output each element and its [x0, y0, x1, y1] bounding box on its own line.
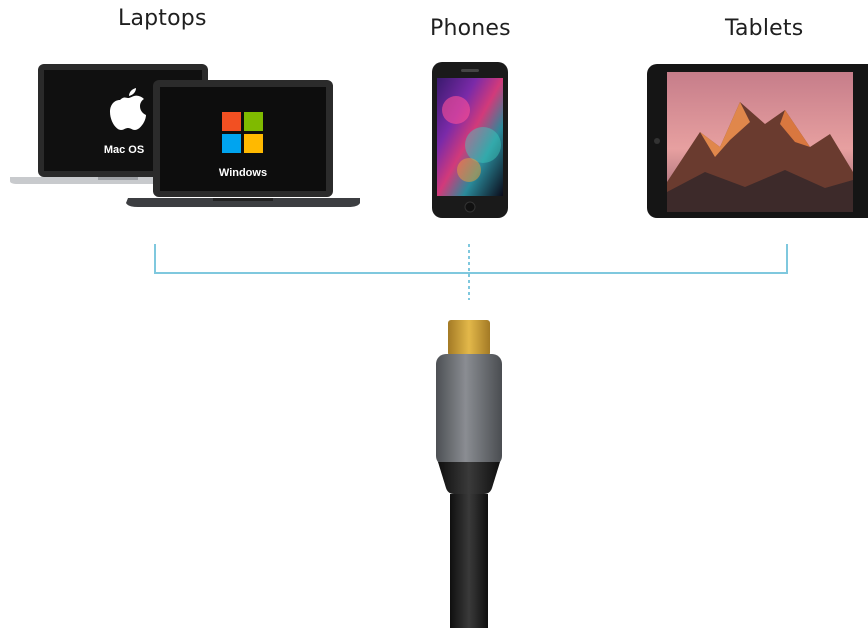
usb-c-cable	[420, 318, 520, 628]
cable-body	[450, 494, 488, 628]
connector-housing	[436, 354, 502, 466]
usb-c-tip	[448, 320, 490, 356]
strain-relief	[438, 462, 500, 494]
bracket-line	[154, 244, 788, 274]
